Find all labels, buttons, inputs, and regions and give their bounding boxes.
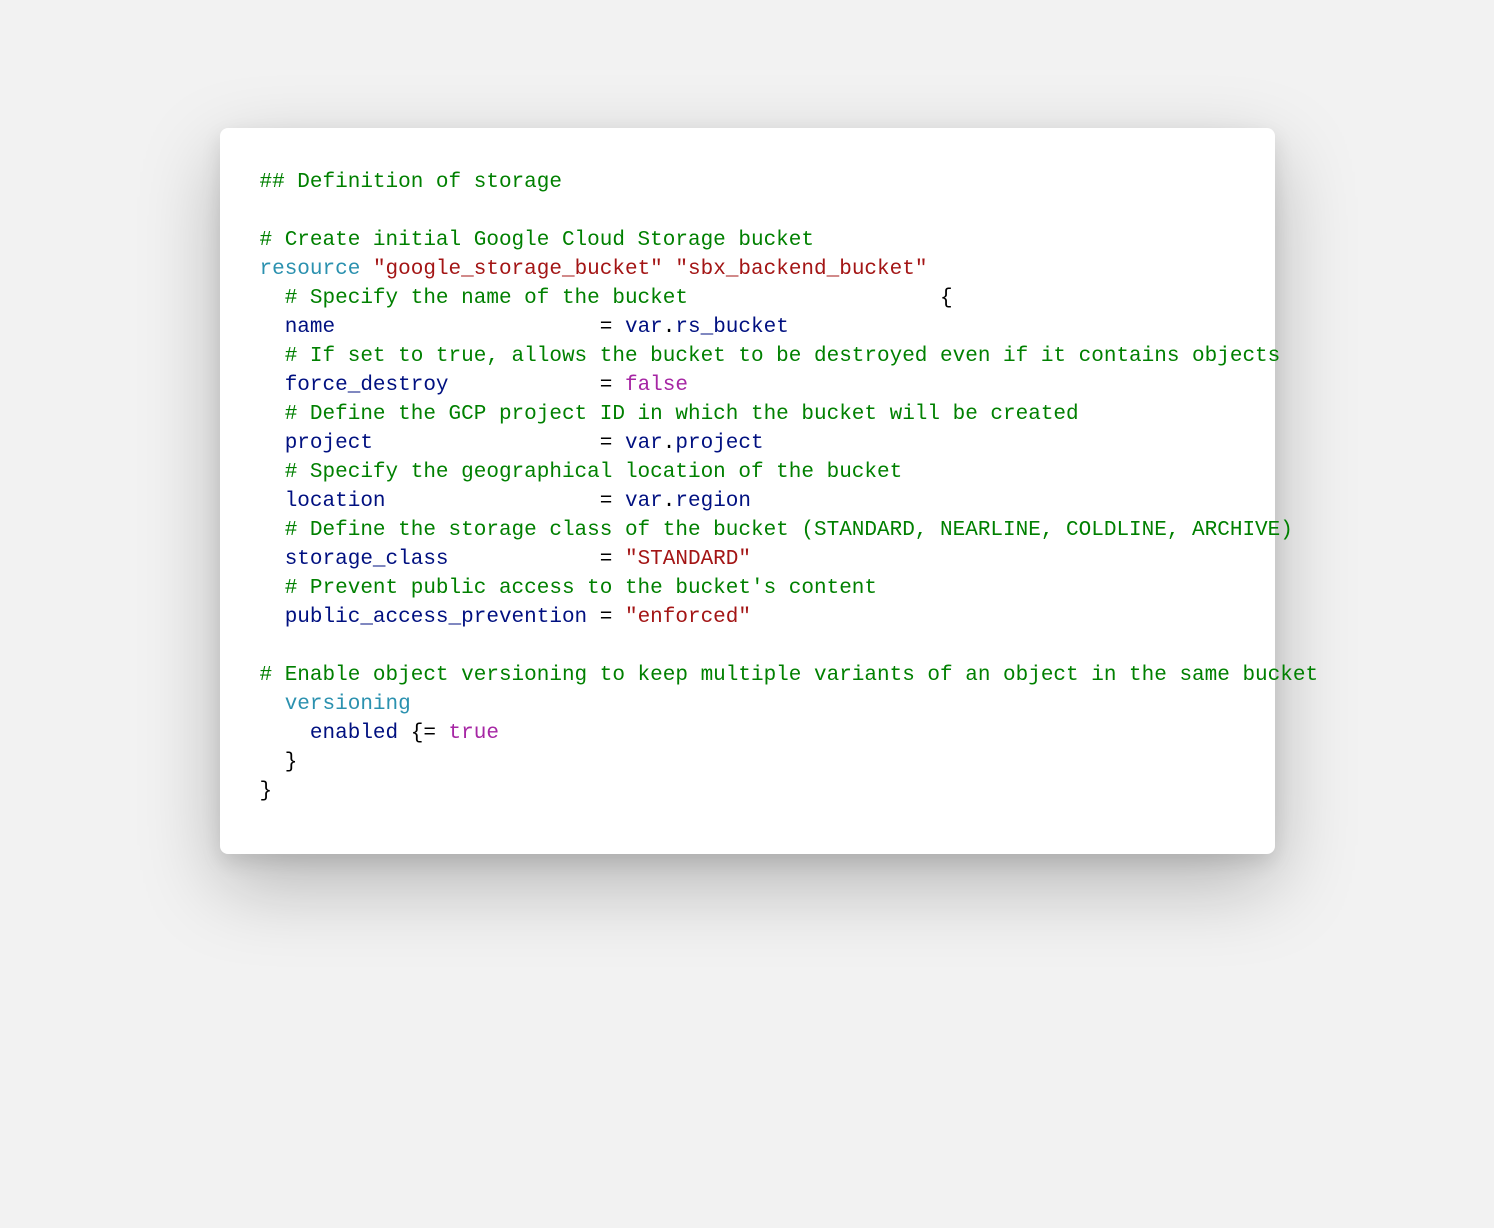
code-line: name = var.rs_bucket [260, 316, 789, 339]
equals: = [587, 606, 625, 629]
string: "STANDARD" [625, 548, 751, 571]
code-line: enabled {= true [260, 722, 499, 745]
code-line: } [260, 751, 298, 774]
var: var [625, 316, 663, 339]
equals: = [587, 490, 625, 513]
attr-key: enabled [260, 722, 411, 745]
equals: = [587, 316, 625, 339]
code-line: force_destroy = false [260, 374, 688, 397]
equals: = [587, 374, 625, 397]
code-line: ## Definition of storage [260, 171, 562, 194]
attr-key: force_destroy [260, 374, 588, 397]
attr-key: name [260, 316, 588, 339]
code-line: # If set to true, allows the bucket to b… [260, 345, 1281, 368]
attr-key: project [260, 432, 588, 455]
code-line: project = var.project [260, 432, 764, 455]
page: ## Definition of storage # Create initia… [0, 0, 1494, 1228]
code-card: ## Definition of storage # Create initia… [220, 128, 1275, 854]
code-line: public_access_prevention = "enforced" [260, 606, 752, 629]
code-line: # Define the storage class of the bucket… [260, 519, 1293, 542]
equals: = [587, 432, 625, 455]
brace: { [940, 287, 953, 310]
code-line: # Specify the geographical location of t… [260, 461, 903, 484]
brace-eq: {= [411, 722, 449, 745]
bool: true [449, 722, 499, 745]
dot: . [663, 432, 676, 455]
string: "google_storage_bucket" [373, 258, 663, 281]
code-line: # Define the GCP project ID in which the… [260, 403, 1079, 426]
member: region [675, 490, 751, 513]
attr-key: public_access_prevention [260, 606, 588, 629]
bool: false [625, 374, 688, 397]
attr-key: storage_class [260, 548, 588, 571]
code-line: resource "google_storage_bucket" "sbx_ba… [260, 258, 928, 281]
dot: . [663, 316, 676, 339]
code-line: # Prevent public access to the bucket's … [260, 577, 878, 600]
code-line: versioning [260, 693, 411, 716]
code-line: storage_class = "STANDARD" [260, 548, 752, 571]
member: rs_bucket [675, 316, 788, 339]
member: project [675, 432, 763, 455]
code-line: location = var.region [260, 490, 752, 513]
attr-key: location [260, 490, 588, 513]
code-line [260, 200, 273, 223]
code-line: # Specify the name of the bucket { [260, 287, 953, 310]
code-line: # Enable object versioning to keep multi… [260, 664, 1319, 687]
dot: . [663, 490, 676, 513]
code-line [260, 635, 273, 658]
code-line: # Create initial Google Cloud Storage bu… [260, 229, 815, 252]
keyword-resource: resource [260, 258, 361, 281]
comment: # Specify the name of the bucket [260, 287, 941, 310]
code-line: } [260, 780, 273, 803]
equals: = [587, 548, 625, 571]
code-block: ## Definition of storage # Create initia… [260, 168, 1235, 806]
var: var [625, 432, 663, 455]
string: "enforced" [625, 606, 751, 629]
string: "sbx_backend_bucket" [675, 258, 927, 281]
var: var [625, 490, 663, 513]
